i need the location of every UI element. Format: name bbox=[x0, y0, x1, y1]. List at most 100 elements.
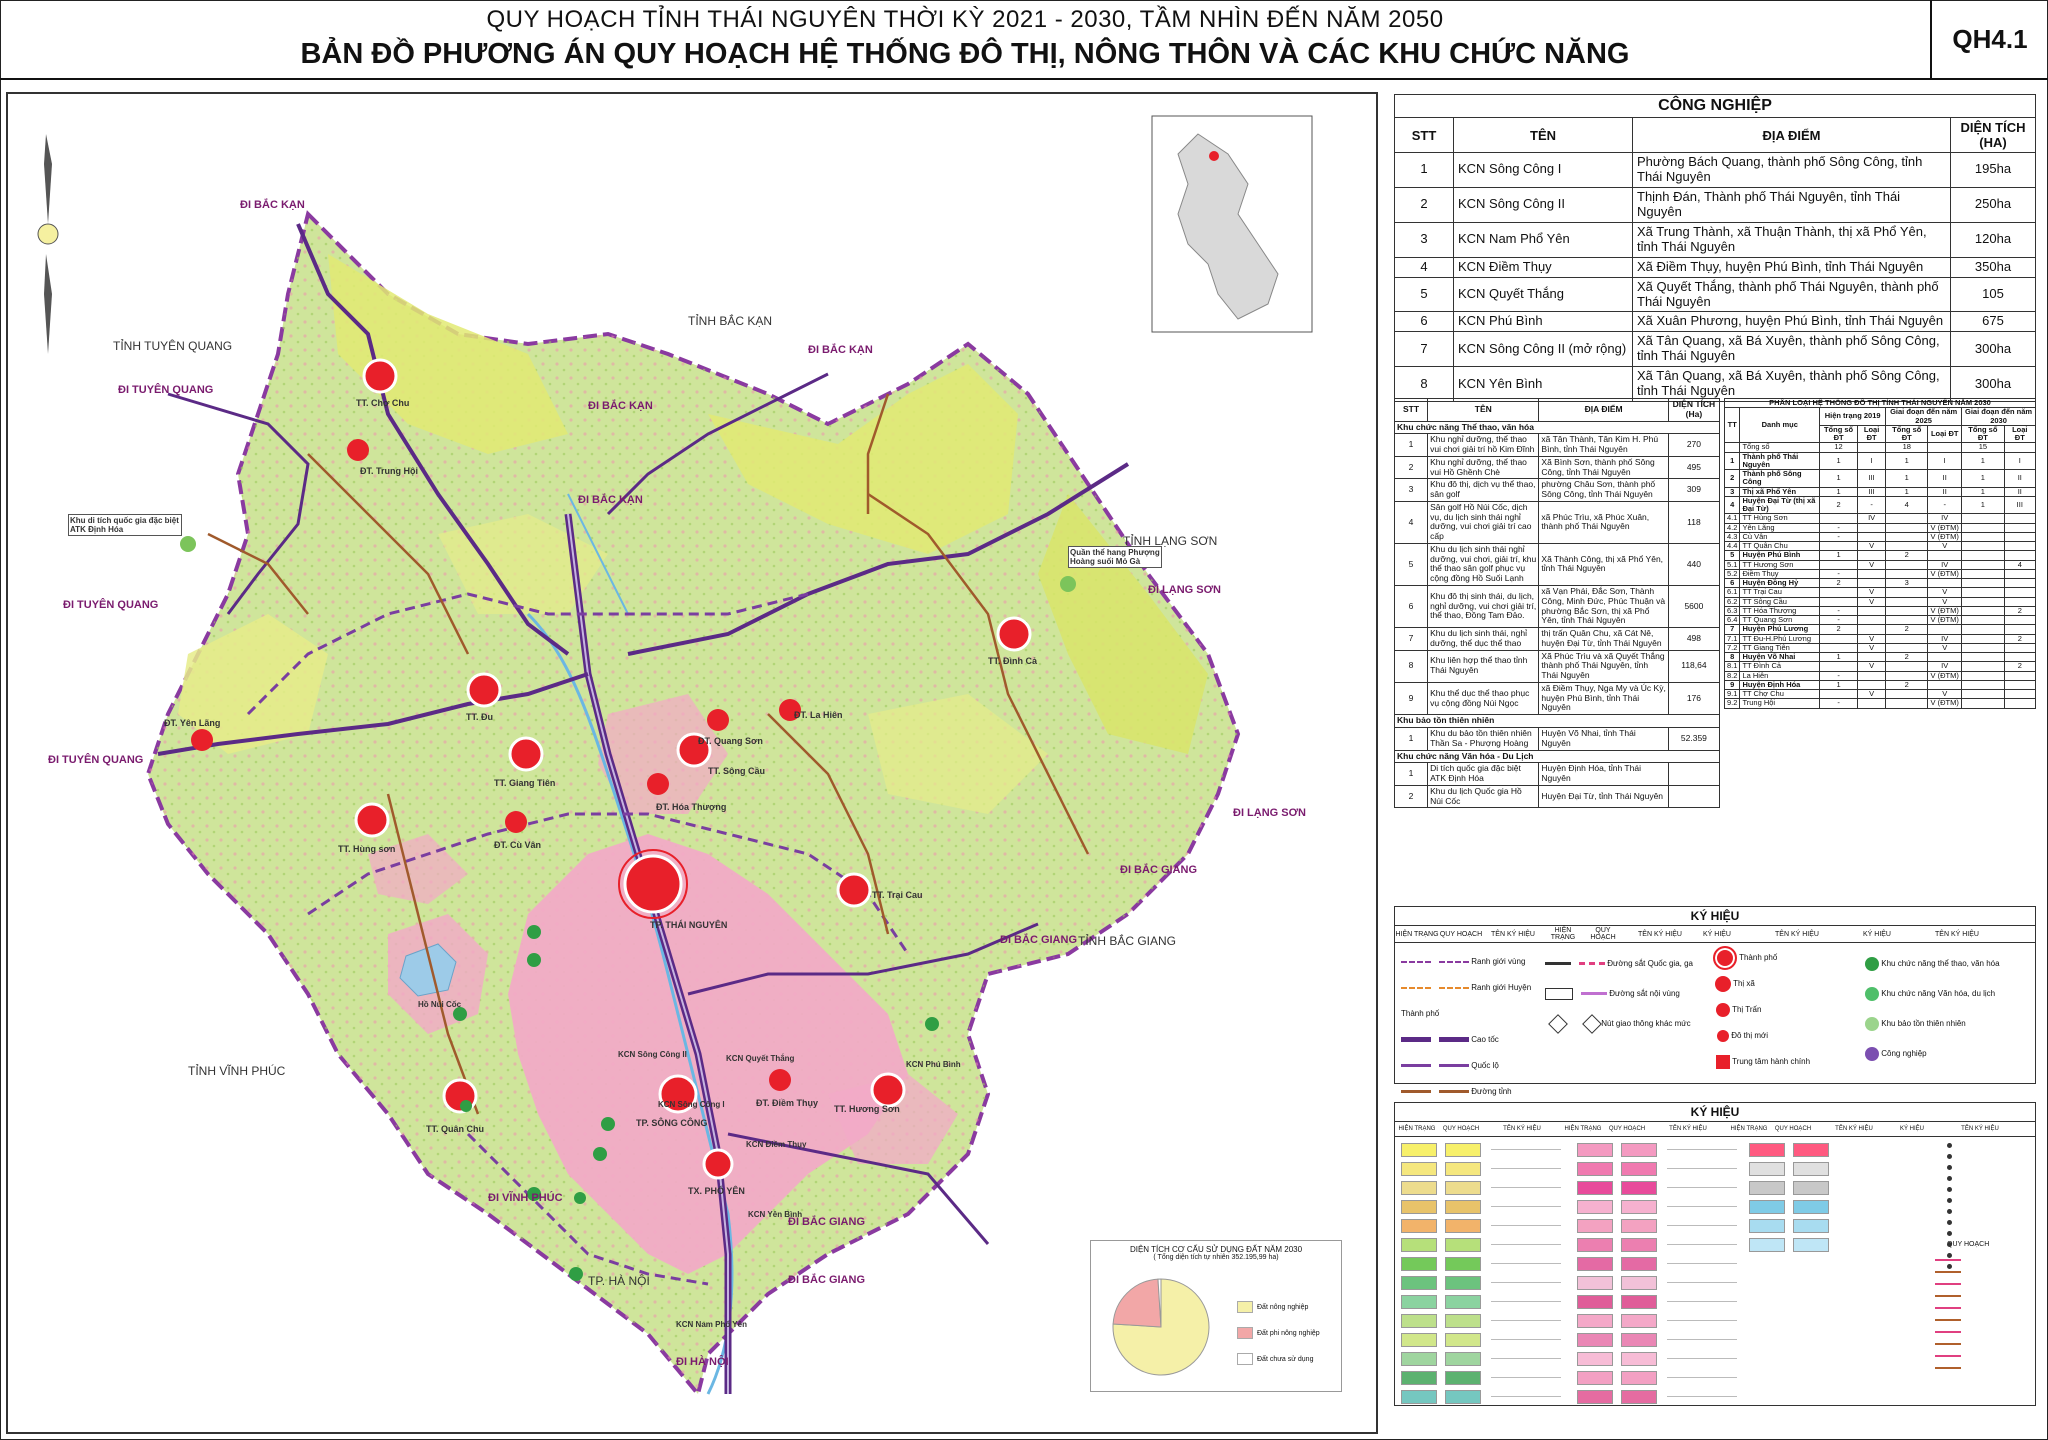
dir-vinh-phuc: ĐI VĨNH PHÚC bbox=[488, 1192, 563, 1204]
legend-nut-giao: Nút giao thông khác mức bbox=[1601, 1019, 1691, 1028]
town-cu-van: ĐT. Cù Vân bbox=[494, 840, 542, 850]
cong-nghiep-cell: Thịnh Đán, Thành phố Thái Nguyên, tỉnh T… bbox=[1632, 186, 1951, 223]
phan-loai-cell: Thành phố Sông Công bbox=[1739, 469, 1821, 488]
phan-loai-cell: V (ĐTM) bbox=[1927, 614, 1963, 626]
landuse-swatch bbox=[1577, 1143, 1613, 1157]
phan-loai-cell: V bbox=[1857, 596, 1887, 607]
phan-loai-cell bbox=[2003, 698, 2037, 709]
pl-sub-2: Tổng số ĐT bbox=[1885, 424, 1929, 444]
landuse-swatch-line bbox=[1491, 1244, 1561, 1245]
phan-loai-cell bbox=[1961, 568, 2005, 580]
province-map[interactable] bbox=[8, 94, 1376, 1432]
landuse-swatch bbox=[1445, 1390, 1481, 1404]
town-hung-son: TT. Hùng sơn bbox=[338, 844, 396, 854]
khu-chuc-nang-cell: Huyện Võ Nhai, tỉnh Thái Nguyên bbox=[1538, 726, 1669, 751]
landuse-swatch bbox=[1445, 1219, 1481, 1233]
phan-loai-cell: 2 bbox=[1885, 679, 1929, 691]
phan-loai-cell: V (ĐTM) bbox=[1927, 522, 1963, 533]
kcn-header-ten: TÊN bbox=[1427, 398, 1540, 422]
landuse-swatch-line bbox=[1667, 1282, 1737, 1283]
phan-loai-cell: V bbox=[1857, 642, 1887, 654]
phan-loai-cell: 9.2 bbox=[1723, 698, 1741, 709]
landuse-swatch bbox=[1401, 1200, 1437, 1214]
legend-trung-tam-hanh-chinh: Trung tâm hành chính bbox=[1732, 1057, 1811, 1066]
khu-chuc-nang-cell: 1 bbox=[1393, 433, 1429, 457]
phan-loai-cell: 18 bbox=[1885, 442, 1929, 453]
phan-loai-cell: V (ĐTM) bbox=[1927, 698, 1963, 709]
phan-loai-cell bbox=[1857, 605, 1887, 617]
khu-chuc-nang-cell: 1 bbox=[1393, 726, 1429, 751]
pie-legend-0: Đất nông nghiệp bbox=[1237, 1295, 1320, 1321]
l2h-8: TÊN KÝ HIỆU bbox=[1835, 1126, 1873, 1132]
l2h-2: TÊN KÝ HIỆU bbox=[1503, 1126, 1541, 1132]
phan-loai-row: 7.1 TT Đu-H.Phú Lương V IV 2 bbox=[1723, 633, 2037, 644]
khu-chuc-nang-row: 6 Khu đô thị sinh thái, du lịch, nghỉ dưỡ… bbox=[1393, 585, 1721, 629]
phan-loai-cell: Huyện Đại Từ (thị xã Đại Từ) bbox=[1739, 495, 1821, 515]
landuse-swatch bbox=[1401, 1390, 1437, 1404]
dir-bac-giang-2: ĐI BẮC GIANG bbox=[1000, 934, 1077, 946]
khu-chuc-nang-cell: Sân golf Hồ Núi Cốc, dịch vụ, du lịch si… bbox=[1427, 500, 1540, 544]
cong-nghiep-row: 8 KCN Yên Bình Xã Tân Quang, xã Bá Xuyên, … bbox=[1394, 366, 2036, 403]
landuse-swatch bbox=[1577, 1219, 1613, 1233]
phan-loai-row: 6.1 TT Trại Cau V V bbox=[1723, 587, 2037, 598]
phan-loai-cell: 6.2 bbox=[1723, 596, 1741, 607]
phan-loai-row: 3 Thị xã Phổ Yên 1 III 1 II 1 II bbox=[1723, 486, 2037, 497]
landuse-swatch bbox=[1577, 1238, 1613, 1252]
pie-legend-swatch-1 bbox=[1237, 1327, 1253, 1340]
khu-chuc-nang-row: 2 Khu nghỉ dưỡng, thể thao vui Hồ Ghềnh C… bbox=[1393, 455, 1721, 480]
phan-loai-cell: 4 bbox=[1885, 495, 1929, 515]
phan-loai-cell: 2 bbox=[1885, 624, 1929, 635]
phan-loai-cell bbox=[1961, 605, 2005, 617]
dir-bac-kan-3: ĐI BẮC KẠN bbox=[578, 494, 643, 506]
town-yen-lang: ĐT. Yên Lãng bbox=[164, 718, 221, 728]
phan-loai-cell: 1 bbox=[1819, 486, 1859, 497]
khu-chuc-nang-row: 3 Khu đô thị, dịch vụ thể thao, sân golf p… bbox=[1393, 478, 1721, 502]
landuse-symbol bbox=[1947, 1198, 1952, 1203]
legend-duong-sat-noi-vung: Đường sắt nội vùng bbox=[1609, 989, 1680, 998]
khu-chuc-nang-cell: 118 bbox=[1667, 500, 1721, 544]
phan-loai-row: 8.2 La Hiên - V (ĐTM) bbox=[1723, 670, 2037, 681]
landuse-swatch bbox=[1445, 1333, 1481, 1347]
phan-loai-cell: 2 bbox=[1885, 651, 1929, 663]
phan-loai-cell: - bbox=[1819, 670, 1859, 681]
landuse-swatch bbox=[1621, 1276, 1657, 1290]
province-label-bac-kan: TỈNH BẮC KẠN bbox=[688, 314, 773, 328]
pl-sub-4: Tổng số ĐT bbox=[1961, 424, 2005, 444]
legend-thi-tran: Thị Trấn bbox=[1732, 1005, 1762, 1014]
landuse-swatch bbox=[1401, 1257, 1437, 1271]
phan-loai-cell bbox=[1885, 587, 1929, 598]
landuse-symbol bbox=[1947, 1220, 1952, 1225]
dir-bac-kan-2: ĐI BẮC KẠN bbox=[588, 400, 653, 412]
landuse-swatch-line bbox=[1667, 1301, 1737, 1302]
phan-loai-cell: I bbox=[1857, 451, 1887, 470]
phan-loai-cell: - bbox=[1819, 698, 1859, 709]
city-thai-nguyen bbox=[623, 854, 683, 914]
l2h-7: QUY HOẠCH bbox=[1774, 1126, 1812, 1132]
legend-primary: KÝ HIỆU HIỆN TRẠNG QUY HOẠCH TÊN KÝ HIỆU… bbox=[1394, 906, 2036, 1096]
khu-chuc-nang-cell: 270 bbox=[1667, 433, 1721, 457]
phan-loai-cell: 2 bbox=[2003, 633, 2037, 644]
town-la-hien: ĐT. La Hiên bbox=[794, 710, 843, 720]
phan-loai-cell: 7.1 bbox=[1723, 633, 1741, 644]
dir-tuyen-quang-1: ĐI TUYÊN QUANG bbox=[118, 384, 214, 396]
province-label-tuyen-quang: TỈNH TUYÊN QUANG bbox=[113, 339, 233, 353]
pl-header-tt: TT bbox=[1723, 407, 1741, 444]
landuse-swatch bbox=[1621, 1333, 1657, 1347]
khu-chuc-nang-table: STT TÊN ĐỊA ĐIỂM DIỆN TÍCH (Ha) Khu chức… bbox=[1393, 398, 1721, 809]
cong-nghiep-cell: Phường Bách Quang, thành phố Sông Công, … bbox=[1632, 152, 1951, 188]
landuse-swatch-line bbox=[1491, 1320, 1561, 1321]
khu-chuc-nang-cell: 495 bbox=[1667, 455, 1721, 480]
landuse-swatch bbox=[1621, 1162, 1657, 1176]
phan-loai-cell: 12 bbox=[1819, 442, 1859, 453]
phan-loai-cell bbox=[1819, 513, 1859, 524]
landuse-swatch bbox=[1577, 1314, 1613, 1328]
khu-chuc-nang-row: 7 Khu du lịch sinh thái, nghỉ dưỡng, thể … bbox=[1393, 627, 1721, 651]
kcn-header-dien-tich: DIỆN TÍCH (Ha) bbox=[1667, 398, 1721, 422]
legend-quy-hoach-label: QUY HOẠCH bbox=[1947, 1241, 1990, 1248]
khu-chuc-nang-cell: 6 bbox=[1393, 585, 1429, 629]
note-phuong-hoang: Quần thể hang Phượng Hoàng suối Mỏ Gà bbox=[1068, 546, 1162, 568]
cong-nghiep-cell: 1 bbox=[1394, 152, 1454, 188]
map-panel[interactable]: TỈNH TUYÊN QUANG TỈNH BẮC KẠN TỈNH LẠNG … bbox=[6, 92, 1378, 1434]
phan-loai-cell: 1 bbox=[1961, 469, 2005, 488]
note-atk-dinh-hoa: Khu di tích quốc gia đặc biệt ATK Định H… bbox=[68, 514, 182, 536]
